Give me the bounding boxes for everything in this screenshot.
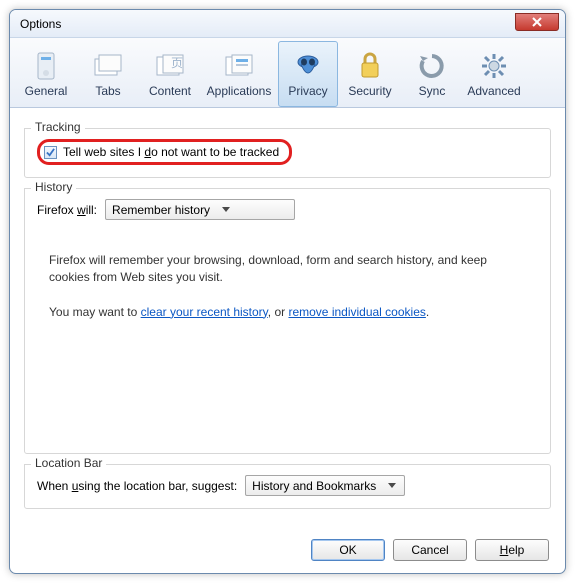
tab-label: Tabs bbox=[95, 82, 120, 102]
chevron-down-icon bbox=[218, 202, 233, 217]
options-window: Options General Tabs 页 Content Applicati… bbox=[9, 9, 566, 574]
close-button[interactable] bbox=[515, 13, 559, 31]
tab-privacy[interactable]: Privacy bbox=[278, 41, 338, 107]
locationbar-legend: Location Bar bbox=[31, 456, 106, 470]
history-legend: History bbox=[31, 180, 76, 194]
tab-content[interactable]: 页 Content bbox=[140, 41, 200, 107]
dnt-label: Tell web sites I do not want to be track… bbox=[63, 145, 279, 159]
cancel-button[interactable]: Cancel bbox=[393, 539, 467, 561]
dialog-buttons: OK Cancel Help bbox=[311, 539, 549, 561]
tab-general[interactable]: General bbox=[16, 41, 76, 107]
history-will-label: Firefox will: bbox=[37, 203, 97, 217]
close-icon bbox=[532, 17, 542, 27]
tab-sync[interactable]: Sync bbox=[402, 41, 462, 107]
applications-icon bbox=[224, 50, 254, 82]
general-icon bbox=[33, 50, 59, 82]
remove-cookies-link[interactable]: remove individual cookies bbox=[288, 305, 425, 319]
tab-label: Privacy bbox=[288, 82, 327, 102]
ok-button[interactable]: OK bbox=[311, 539, 385, 561]
tracking-legend: Tracking bbox=[31, 120, 85, 134]
tabs-icon bbox=[93, 50, 123, 82]
svg-text:页: 页 bbox=[171, 56, 183, 70]
history-info: Firefox will remember your browsing, dow… bbox=[37, 220, 538, 356]
tracking-group: Tracking Tell web sites I do not want to… bbox=[24, 128, 551, 178]
tracking-highlight: Tell web sites I do not want to be track… bbox=[37, 139, 292, 165]
select-value: Remember history bbox=[112, 203, 210, 217]
tab-label: General bbox=[25, 82, 68, 102]
tab-advanced[interactable]: Advanced bbox=[464, 41, 524, 107]
select-value: History and Bookmarks bbox=[252, 479, 376, 493]
history-links-line: You may want to clear your recent histor… bbox=[49, 304, 526, 321]
sync-icon bbox=[418, 50, 446, 82]
check-icon bbox=[46, 148, 55, 157]
clear-history-link[interactable]: clear your recent history bbox=[141, 305, 268, 319]
category-toolbar: General Tabs 页 Content Applications Priv… bbox=[10, 38, 565, 108]
locationbar-suggest-select[interactable]: History and Bookmarks bbox=[245, 475, 405, 496]
tab-tabs[interactable]: Tabs bbox=[78, 41, 138, 107]
tab-label: Security bbox=[348, 82, 391, 102]
advanced-icon bbox=[480, 50, 508, 82]
locationbar-label: When using the location bar, suggest: bbox=[37, 479, 237, 493]
content-area: Tracking Tell web sites I do not want to… bbox=[10, 108, 565, 519]
tab-security[interactable]: Security bbox=[340, 41, 400, 107]
tab-label: Content bbox=[149, 82, 191, 102]
tab-label: Advanced bbox=[467, 82, 520, 102]
tab-applications[interactable]: Applications bbox=[202, 41, 276, 107]
help-button[interactable]: Help bbox=[475, 539, 549, 561]
locationbar-group: Location Bar When using the location bar… bbox=[24, 464, 551, 509]
history-group: History Firefox will: Remember history F… bbox=[24, 188, 551, 454]
titlebar: Options bbox=[10, 10, 565, 38]
tab-label: Applications bbox=[207, 82, 272, 102]
window-title: Options bbox=[20, 17, 61, 31]
tab-label: Sync bbox=[419, 82, 446, 102]
content-icon: 页 bbox=[155, 50, 185, 82]
security-icon bbox=[359, 50, 381, 82]
history-info-text: Firefox will remember your browsing, dow… bbox=[49, 252, 526, 286]
chevron-down-icon bbox=[384, 478, 399, 493]
history-mode-select[interactable]: Remember history bbox=[105, 199, 295, 220]
privacy-icon bbox=[295, 50, 321, 82]
dnt-checkbox[interactable] bbox=[44, 146, 57, 159]
